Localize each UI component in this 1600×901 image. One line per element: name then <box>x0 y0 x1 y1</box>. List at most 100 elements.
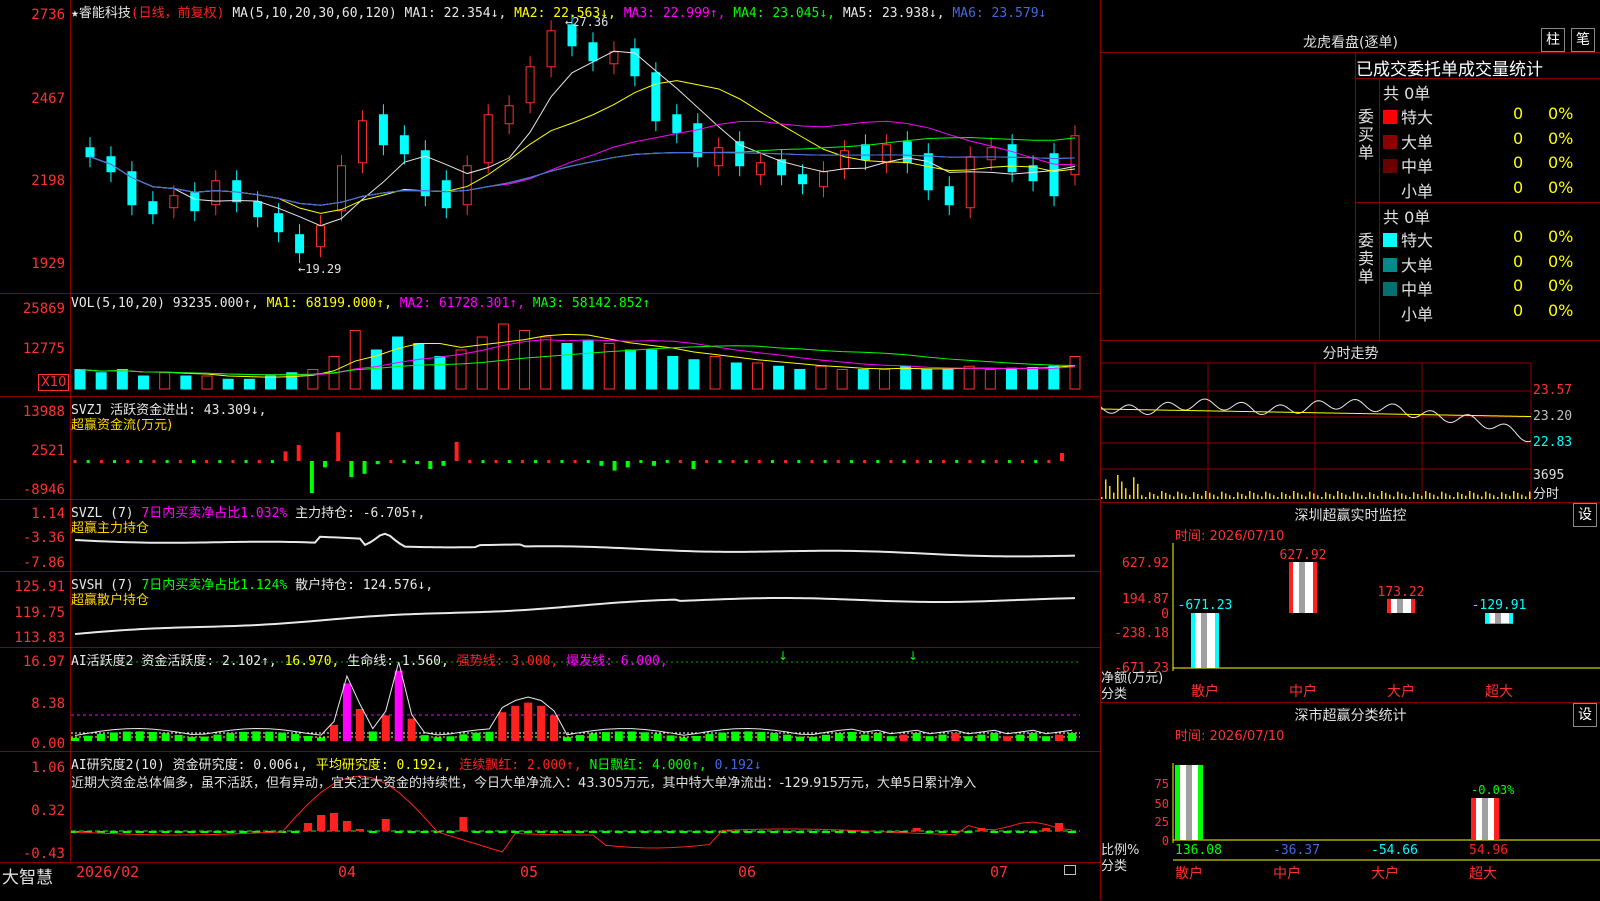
svzl-sub: 超赢主力持仓 <box>71 521 150 536</box>
flow-dot <box>165 460 169 463</box>
flow-dot <box>573 460 577 463</box>
kline-panel[interactable]: 2736 2467 2198 1929 ★睿能科技(日线，前复权) MA(5,1… <box>0 0 1100 294</box>
fs-vol-bar <box>1321 497 1323 499</box>
candle-body <box>253 201 263 218</box>
ma6-value: MA6: 23.579↓ <box>952 6 1047 21</box>
vol-bar <box>900 365 912 390</box>
vol-bar <box>688 359 700 390</box>
research-bar <box>1068 831 1076 833</box>
svzl-panel[interactable]: 1.14 -3.36 -7.86 SVZL (7) 7日内买卖净占比1.032%… <box>0 500 1100 572</box>
vol-bar <box>1069 356 1081 390</box>
fs-vol-label: 3695 <box>1533 468 1565 483</box>
activity-bar <box>770 732 779 741</box>
research-bar <box>834 831 843 833</box>
activity-bar <box>951 733 960 741</box>
vol-bar <box>773 365 785 390</box>
flow-dot <box>560 460 564 463</box>
activity-bar <box>860 734 869 741</box>
fs-vol-bar <box>1157 495 1159 499</box>
fs-vol-bar <box>1473 492 1475 499</box>
research-bar <box>796 831 805 833</box>
research-bar <box>1029 831 1038 833</box>
activity-line <box>74 661 1073 736</box>
svsh-panel[interactable]: 125.91 119.75 113.83 SVSH (7) 7日内买卖净占比1.… <box>0 572 1100 648</box>
flow-dot <box>1007 460 1011 463</box>
fs-vol-bar <box>1309 491 1311 499</box>
flow-bar <box>415 461 420 465</box>
fs-vol-bar <box>1181 493 1183 499</box>
research-bar <box>329 813 338 831</box>
activity-bar <box>653 733 662 741</box>
fs-vol-bar <box>1233 497 1235 499</box>
fs-vol-bar <box>1145 497 1147 499</box>
fl-pct-label: -0.03% <box>1471 783 1515 797</box>
fs-vol-bar <box>1217 496 1219 499</box>
kline-chart[interactable] <box>0 0 1100 293</box>
sz-monitor-panel[interactable]: 深圳超赢实时监控 设 时间: 2026/07/10 627.92 194.87 0-… <box>1101 502 1600 703</box>
sz-bar <box>1485 613 1513 624</box>
bar-shade <box>1482 798 1488 840</box>
research-bar <box>809 831 818 833</box>
vol-bar <box>455 349 467 390</box>
activity-bar <box>731 731 740 741</box>
vol-bar <box>667 356 679 390</box>
vol-name: VOL(5,10,20) <box>71 296 165 311</box>
vol-panel[interactable]: 25869 12775 X10 VOL(5,10,20) 93235.000↑,… <box>0 294 1100 397</box>
fs-vol-bar <box>1257 494 1259 499</box>
flow-dot <box>757 460 761 463</box>
ai2-avg: 平均研究度: 0.192↓, <box>315 758 452 773</box>
candle-body <box>965 156 975 209</box>
fs-vol-bar <box>1445 493 1447 499</box>
activity-bar <box>601 732 610 741</box>
fs-vol-bar <box>1449 495 1451 499</box>
color-swatch <box>1383 134 1397 149</box>
fl-stat-panel[interactable]: 深市超赢分类统计 设 时间: 2026/07/10 75 50 25 0 -0.03% 1… <box>1101 702 1600 901</box>
fs-vol-bar <box>1477 494 1479 499</box>
activity-bar <box>575 735 584 741</box>
vol-bar <box>116 369 128 390</box>
flow-dot <box>876 460 880 463</box>
fs-vol-bar <box>1301 494 1303 499</box>
activity-bar <box>213 734 222 741</box>
fs-chart[interactable] <box>1101 341 1600 503</box>
flow-dot <box>836 460 840 463</box>
color-swatch <box>1383 257 1397 272</box>
row-pct: 0% <box>1548 153 1574 172</box>
candle-body <box>1049 153 1059 197</box>
fs-vol-bar <box>1485 491 1487 499</box>
sz-cat-label: 超大 <box>1485 684 1513 700</box>
x-tick: 04 <box>338 863 357 881</box>
flow-dot <box>231 460 235 463</box>
activity-bar <box>757 731 766 741</box>
fs-vol-bar <box>1109 486 1111 499</box>
candle-body <box>756 162 766 176</box>
fs-panel[interactable]: 分时走势 23.57 23.20 22.83 3695 分时 <box>1101 340 1600 503</box>
research-bar <box>342 821 351 831</box>
fs-vol-bar <box>1509 495 1511 499</box>
fs-vol-bar <box>1517 492 1519 499</box>
svzj-panel[interactable]: 13988 2521 -8946 SVZJ 活跃资金进出: 43.309↓, 超… <box>0 397 1100 500</box>
flow-dot <box>112 460 116 463</box>
ai1-panel[interactable]: 16.97 8.38 0.00 ↓ ↓ AI活跃度2 资金活跃度: 2.102↑,… <box>0 648 1100 752</box>
fs-vol-bar <box>1197 494 1199 499</box>
buy-total: 共 0单 <box>1383 84 1431 103</box>
activity-bar <box>394 670 403 741</box>
flow-dot <box>586 460 590 463</box>
candle-body <box>295 234 305 254</box>
candle-body <box>232 180 242 203</box>
lock-icon[interactable] <box>1064 865 1076 875</box>
ai2-panel[interactable]: 1.06 0.32 -0.43 AI研究度2(10) 资金研究度: 0.006↓… <box>0 752 1100 862</box>
research-bar <box>912 828 921 831</box>
vol-bar <box>307 369 319 390</box>
flow-dot <box>507 460 511 463</box>
row-pct: 0% <box>1548 251 1574 271</box>
fl-y-tick: 0 <box>1162 834 1169 848</box>
tick-mode-button[interactable]: 笔 <box>1571 28 1595 52</box>
star-icon[interactable]: ★ <box>71 6 79 21</box>
research-bar <box>550 831 559 833</box>
vol-bar <box>74 369 86 390</box>
period-mode[interactable]: (日线，前复权) <box>131 6 225 21</box>
fs-vol-bar <box>1525 496 1527 499</box>
bar-mode-button[interactable]: 柱 <box>1541 28 1565 52</box>
candle-body <box>316 225 326 248</box>
